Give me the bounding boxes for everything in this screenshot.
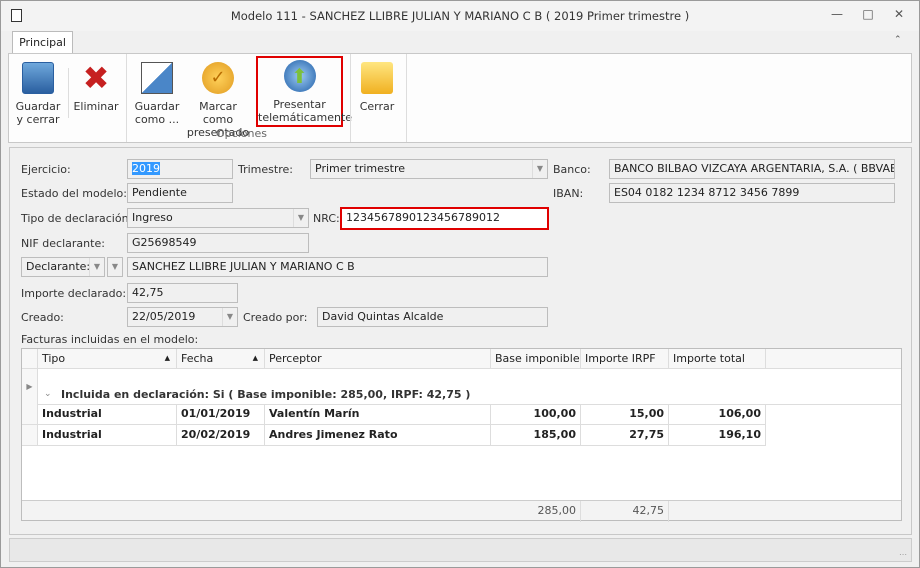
submit-online-button[interactable]: ⬆ Presentar telemáticamente — [256, 56, 352, 127]
column-header-fecha[interactable]: Fecha ▲ — [177, 349, 265, 369]
nrc-input[interactable]: 1234567890123456789012 — [340, 207, 549, 230]
ribbon: Guardar y cerrar ✖ Eliminar Guardar como… — [8, 53, 912, 143]
column-header-perceptor[interactable]: Perceptor — [265, 349, 491, 369]
chevron-down-icon: ▼ — [532, 160, 547, 178]
banco-label: Banco: — [553, 163, 591, 176]
column-header-tipo[interactable]: Tipo ▲ — [38, 349, 177, 369]
red-x-icon: ✖ — [82, 59, 110, 97]
save-close-button[interactable]: Guardar y cerrar — [15, 58, 61, 126]
sort-asc-icon: ▲ — [252, 354, 258, 362]
group-collapse-chevron-icon[interactable]: ⌄ — [44, 389, 52, 399]
creado-date-field[interactable]: 22/05/2019 ▼ — [127, 307, 238, 327]
declarante-type-select[interactable]: Declarante: ▼ — [21, 257, 105, 277]
title-bar: Modelo 111 - SANCHEZ LLIBRE JULIAN Y MAR… — [1, 1, 919, 31]
creado-por-field[interactable]: David Quintas Alcalde — [317, 307, 548, 327]
tab-principal[interactable]: Principal — [12, 31, 73, 54]
invoices-grid: Tipo ▲ Fecha ▲ Perceptor Base imponible Im… — [21, 348, 902, 522]
importe-label: Importe declarado: — [21, 287, 127, 300]
minimize-button[interactable]: — — [827, 7, 847, 23]
window-title: Modelo 111 - SANCHEZ LLIBRE JULIAN Y MAR… — [230, 9, 690, 23]
chevron-down-icon: ▼ — [222, 308, 237, 326]
creado-por-label: Creado por: — [243, 311, 308, 324]
tipo-label: Tipo de declaración: — [21, 212, 133, 225]
trimestre-label: Trimestre: — [238, 163, 293, 176]
seal-check-icon: ✓ — [202, 62, 234, 94]
footer-base-total: 285,00 — [491, 501, 581, 522]
declarante-dropdown-button[interactable]: ▼ — [107, 257, 123, 277]
estado-field[interactable]: Pendiente — [127, 183, 233, 203]
resize-grip-icon[interactable]: ⋯ — [899, 550, 907, 559]
grid-footer: 285,00 42,75 — [22, 500, 901, 522]
close-button[interactable]: ✕ — [889, 7, 909, 23]
row-indicator-arrow-icon: ▶ — [22, 369, 38, 404]
delete-button[interactable]: ✖ Eliminar — [73, 58, 119, 113]
collapse-ribbon-icon[interactable]: ⌃ — [894, 35, 902, 45]
save-as-button[interactable]: Guardar como ... — [133, 58, 181, 126]
column-header-total[interactable]: Importe total — [669, 349, 766, 369]
group-label-opciones: Opciones — [216, 127, 267, 140]
close-form-button[interactable]: Cerrar — [355, 58, 399, 113]
importe-field[interactable]: 42,75 — [127, 283, 238, 303]
tipo-select[interactable]: Ingreso ▼ — [127, 208, 309, 228]
save-as-document-icon — [141, 62, 173, 94]
chevron-down-icon: ▼ — [293, 209, 308, 227]
group-row[interactable]: Incluida en declaración: Si ( Base impon… — [61, 388, 470, 401]
folder-arrow-icon — [361, 62, 393, 94]
maximize-button[interactable]: □ — [858, 7, 878, 23]
trimestre-select[interactable]: Primer trimestre ▼ — [310, 159, 548, 179]
sort-asc-icon: ▲ — [164, 354, 170, 362]
estado-label: Estado del modelo: — [21, 187, 127, 200]
status-bar: ⋯ — [9, 538, 912, 562]
nif-field[interactable]: G25698549 — [127, 233, 309, 253]
ejercicio-label: Ejercicio: — [21, 163, 71, 176]
footer-irpf-total: 42,75 — [581, 501, 669, 522]
floppy-disk-icon — [22, 62, 54, 94]
declarante-field[interactable]: SANCHEZ LLIBRE JULIAN Y MARIANO C B — [127, 257, 548, 277]
creado-label: Creado: — [21, 311, 64, 324]
chevron-down-icon: ▼ — [89, 258, 104, 276]
banco-field[interactable]: BANCO BILBAO VIZCAYA ARGENTARIA, S.A. ( … — [609, 159, 895, 179]
iban-label: IBAN: — [553, 187, 584, 200]
column-header-irpf[interactable]: Importe IRPF — [581, 349, 669, 369]
column-header-base[interactable]: Base imponible — [491, 349, 581, 369]
ejercicio-field[interactable]: 2019 — [127, 159, 233, 179]
window: Modelo 111 - SANCHEZ LLIBRE JULIAN Y MAR… — [0, 0, 920, 568]
nrc-label: NRC: — [313, 212, 340, 225]
nif-label: NIF declarante: — [21, 237, 105, 250]
row-indicator-header — [22, 349, 38, 369]
facturas-label: Facturas incluidas en el modelo: — [21, 333, 199, 346]
globe-upload-icon: ⬆ — [283, 60, 316, 92]
iban-field[interactable]: ES04 0182 1234 8712 3456 7899 — [609, 183, 895, 203]
